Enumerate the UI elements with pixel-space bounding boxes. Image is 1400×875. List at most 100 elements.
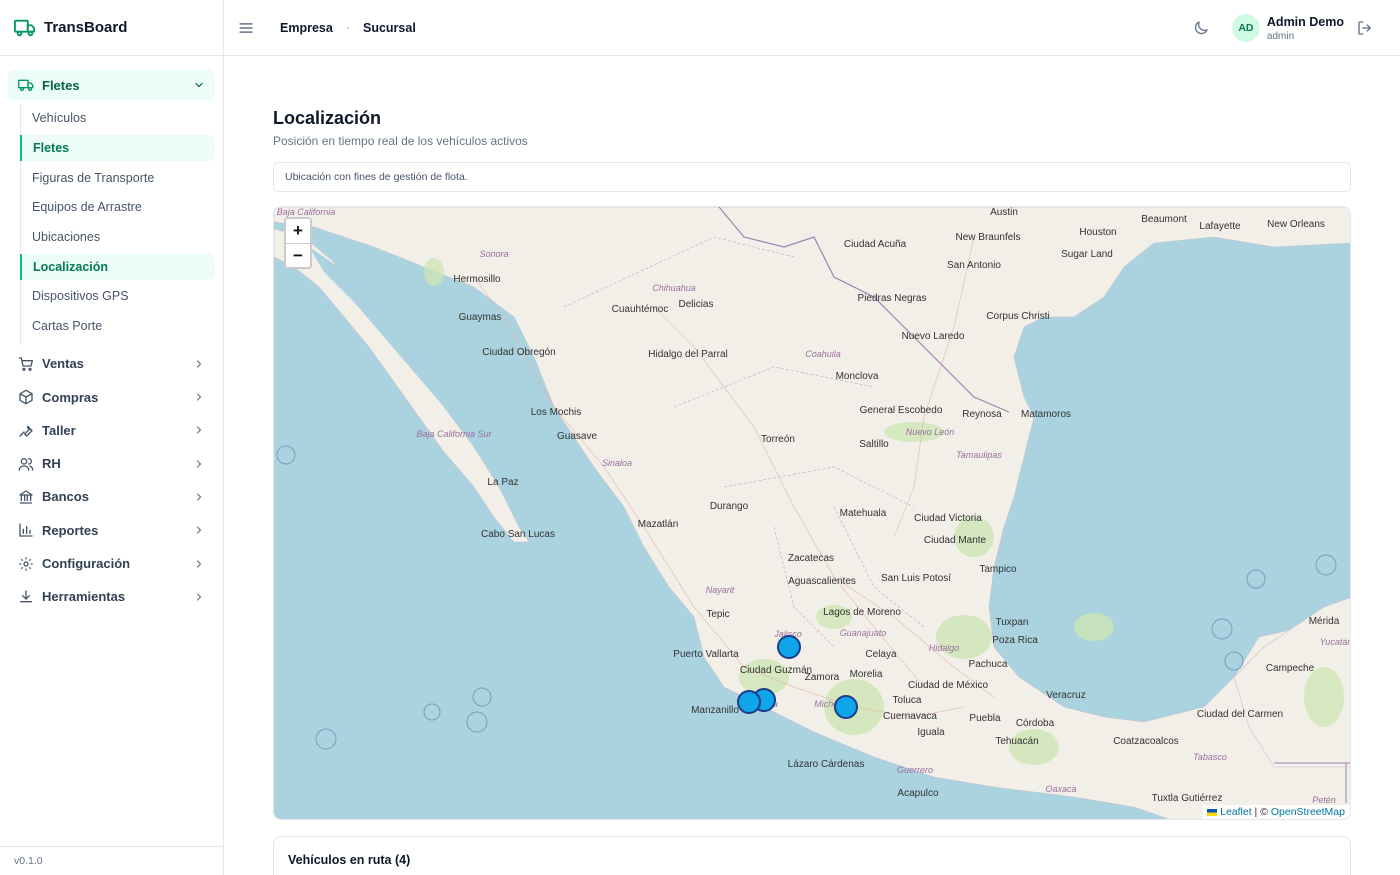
map-label: Morelia — [850, 669, 883, 680]
map-label: Cuernavaca — [883, 711, 937, 722]
map-label: Zacatecas — [788, 553, 834, 564]
map-label: Pachuca — [969, 659, 1008, 670]
sidebar-item-vehiculos[interactable]: Vehículos — [21, 105, 215, 131]
topbar: Empresa · Sucursal AD Admin Demo admin — [224, 0, 1400, 56]
map-label: Aguascalientes — [788, 576, 856, 587]
map-label: Puerto Vallarta — [673, 649, 739, 660]
vehicle-marker-3[interactable] — [737, 690, 761, 714]
sidebar-group-label: Reportes — [42, 522, 99, 538]
bar-chart-icon — [18, 522, 34, 538]
map-label: Campeche — [1266, 663, 1315, 674]
map-label: Veracruz — [1046, 690, 1085, 701]
map-label: Yucatán — [1320, 637, 1351, 647]
map-label: Sugar Land — [1061, 249, 1113, 260]
map-label: Matehuala — [840, 508, 887, 519]
sidebar-group-fletes[interactable]: Fletes — [8, 70, 215, 100]
vehicles-panel: Vehículos en ruta (4) — [273, 836, 1351, 875]
sidebar-group-herramientas[interactable]: Herramientas — [8, 582, 215, 612]
sidebar-group-rh[interactable]: RH — [8, 449, 215, 479]
map-label: Austin — [990, 207, 1018, 218]
map-label: Nuevo Laredo — [902, 331, 965, 342]
page-title: Localización — [273, 108, 382, 128]
sidebar-item-fletes[interactable]: Fletes — [20, 134, 215, 161]
attribution-separator: | © — [1251, 806, 1271, 818]
sidebar-group-bancos[interactable]: Bancos — [8, 482, 215, 512]
sidebar-item-localizacion[interactable]: Localización — [20, 253, 215, 280]
map-label: Iguala — [917, 727, 945, 738]
map-label: Lagos de Moreno — [823, 607, 901, 618]
sidebar-group-compras[interactable]: Compras — [8, 382, 215, 412]
sidebar-group-reportes[interactable]: Reportes — [8, 515, 215, 545]
leaflet-link[interactable]: Leaflet — [1220, 806, 1252, 818]
sidebar-item-figuras-transporte[interactable]: Figuras de Transporte — [21, 165, 215, 191]
info-note: Ubicación con fines de gestión de flota. — [273, 162, 1351, 192]
map-tiles: Austin Beaumont Houston Lafayette New Orlean… — [274, 207, 1351, 819]
map-label: Petén — [1312, 795, 1336, 805]
chevron-right-icon — [193, 391, 205, 403]
sidebar-group-ventas[interactable]: Ventas — [8, 349, 215, 379]
sidebar-group-label: Bancos — [42, 489, 89, 505]
sidebar-item-dispositivos-gps[interactable]: Dispositivos GPS — [21, 283, 215, 309]
bank-icon — [18, 489, 34, 505]
map-label: Tepic — [706, 609, 729, 620]
zoom-in-button[interactable]: + — [286, 219, 310, 243]
map-label: Acapulco — [897, 788, 939, 799]
map-label: Celaya — [865, 649, 897, 660]
map-label: Guaymas — [459, 312, 502, 323]
chevron-right-icon — [193, 358, 205, 370]
map-label: Ciudad del Carmen — [1197, 709, 1283, 720]
map-label: Tampico — [979, 564, 1017, 575]
logout-icon[interactable] — [1356, 19, 1374, 37]
sidebar-item-cartas-porte[interactable]: Cartas Porte — [21, 313, 215, 339]
vehicles-panel-title: Vehículos en ruta (4) — [288, 853, 411, 867]
map-label: Piedras Negras — [858, 293, 927, 304]
menu-toggle-icon[interactable] — [236, 18, 256, 38]
map-label: La Paz — [487, 477, 518, 488]
map-label: Tabasco — [1193, 752, 1227, 762]
map-label: Tuxpan — [996, 617, 1029, 628]
osm-link[interactable]: OpenStreetMap — [1271, 806, 1345, 818]
map-label: Hidalgo del Parral — [648, 349, 728, 360]
map-label: Zamora — [805, 672, 840, 683]
map-label: Baja California Sur — [416, 429, 492, 439]
users-icon — [18, 456, 34, 472]
fleet-map[interactable]: Austin Beaumont Houston Lafayette New Orlean… — [273, 206, 1351, 820]
chevron-right-icon — [193, 458, 205, 470]
map-label: Oaxaca — [1045, 784, 1076, 794]
sidebar: TransBoard Fletes Vehículos Fletes Figur… — [0, 0, 224, 875]
sidebar-group-taller[interactable]: Taller — [8, 415, 215, 445]
user-name: Admin Demo — [1266, 14, 1344, 29]
map-label: Chihuahua — [652, 283, 696, 293]
map-label: Guanajuato — [840, 628, 887, 638]
map-label: Corpus Christi — [986, 311, 1049, 322]
sidebar-item-ubicaciones[interactable]: Ubicaciones — [21, 224, 215, 250]
zoom-out-button[interactable]: − — [286, 243, 310, 267]
avatar[interactable]: AD — [1231, 14, 1260, 42]
vehicle-marker-4[interactable] — [834, 695, 858, 719]
moon-icon[interactable] — [1192, 19, 1210, 37]
map-label: Manzanillo — [691, 705, 739, 716]
map-attribution: Leaflet | © OpenStreetMap — [1202, 805, 1350, 819]
ukraine-flag-icon — [1207, 808, 1218, 816]
chevron-right-icon — [193, 591, 205, 603]
map-label: Tamaulipas — [956, 450, 1002, 460]
chevron-right-icon — [193, 424, 205, 436]
breadcrumb-empresa[interactable]: Empresa — [280, 21, 333, 35]
truck-logo-icon — [14, 17, 36, 39]
sidebar-nav: Fletes Vehículos Fletes Figuras de Trans… — [0, 56, 223, 612]
cart-icon — [18, 356, 34, 372]
map-label: Lafayette — [1199, 221, 1241, 232]
user-info[interactable]: Admin Demo admin — [1267, 15, 1344, 42]
map-label: Hermosillo — [453, 274, 501, 285]
map-label: San Luis Potosí — [881, 573, 951, 584]
vehicle-marker-1[interactable] — [777, 635, 801, 659]
sidebar-group-label: Compras — [42, 389, 99, 405]
brand[interactable]: TransBoard — [0, 0, 223, 56]
sidebar-group-configuracion[interactable]: Configuración — [8, 549, 215, 579]
breadcrumb-sucursal[interactable]: Sucursal — [363, 21, 416, 35]
map-label: Beaumont — [1141, 214, 1187, 225]
map-label: Delicias — [678, 299, 713, 310]
map-label: Sinaloa — [602, 458, 632, 468]
sidebar-item-equipos-arrastre[interactable]: Equipos de Arrastre — [21, 194, 215, 220]
map-label: Ciudad Guzmán — [740, 665, 812, 676]
